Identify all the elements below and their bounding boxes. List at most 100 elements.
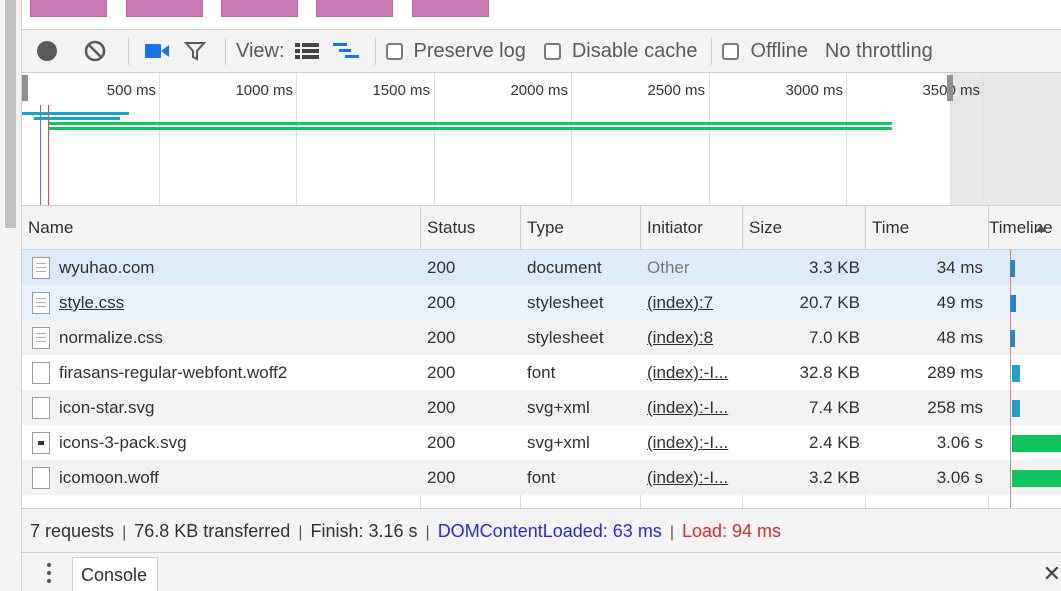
record-button[interactable] — [22, 30, 72, 73]
column-header-timeline[interactable]: Timeline — [989, 206, 1061, 250]
table-row[interactable]: icomoon.woff 200 font (index):-I... 3.2 KB 3.… — [22, 460, 1061, 495]
column-header-status[interactable]: Status — [421, 206, 521, 250]
table-row[interactable]: icon-star.svg 200 svg+xml (index):-I... 7.4 … — [22, 390, 1061, 425]
preserve-log-checkbox[interactable] — [385, 42, 403, 60]
offline-label[interactable]: Offline — [750, 40, 807, 63]
throttling-select[interactable]: No throttling — [825, 40, 933, 63]
overview-tick: 500 ms — [106, 82, 156, 99]
waterfall-bar[interactable] — [1012, 470, 1061, 487]
cell-name[interactable]: wyuhao.com — [59, 250, 416, 285]
clear-icon — [84, 40, 106, 62]
list-view-icon — [294, 43, 319, 59]
clear-button[interactable] — [72, 30, 118, 73]
cell-name[interactable]: icomoon.woff — [59, 460, 416, 495]
waterfall-bar[interactable] — [1012, 365, 1020, 382]
file-icon — [32, 467, 50, 489]
large-rows-button[interactable] — [285, 30, 329, 73]
preview-block — [316, 0, 393, 17]
cell-initiator[interactable]: (index):7 — [647, 285, 737, 320]
table-row[interactable]: icons-3-pack.svg 200 svg+xml (index):-I... 2… — [22, 425, 1061, 460]
cell-initiator[interactable]: (index):-I... — [647, 460, 737, 495]
column-header-name[interactable]: Name — [22, 206, 421, 250]
close-icon[interactable]: ✕ — [1043, 561, 1061, 587]
cell-initiator[interactable]: (index):-I... — [647, 355, 737, 390]
request-count: 7 requests — [30, 521, 115, 541]
overview-gridline — [983, 73, 984, 205]
cell-status: 200 — [427, 433, 456, 452]
table-row[interactable]: wyuhao.com 200 document Other 3.3 KB 34 ms — [22, 250, 1061, 285]
column-header-type[interactable]: Type — [521, 206, 641, 250]
cell-type: svg+xml — [527, 433, 590, 452]
cell-size: 32.8 KB — [799, 363, 861, 382]
overview-toggle-button[interactable] — [329, 30, 365, 73]
filter-button[interactable] — [175, 30, 215, 73]
cell-time: 3.06 s — [936, 433, 983, 452]
file-icon — [32, 397, 50, 419]
preview-block — [30, 0, 107, 17]
table-row[interactable]: normalize.css 200 stylesheet (index):8 7.0 K… — [22, 320, 1061, 355]
drawer-menu-icon[interactable] — [42, 563, 56, 583]
scrollbar-thumb[interactable] — [5, 0, 16, 228]
cell-time: 48 ms — [936, 328, 983, 347]
cell-initiator[interactable]: (index):8 — [647, 320, 737, 355]
preserve-log-label[interactable]: Preserve log — [414, 40, 526, 63]
overview-gridline — [159, 73, 160, 205]
overview-bar — [48, 122, 892, 125]
requests-table: wyuhao.com 200 document Other 3.3 KB 34 ms sty… — [22, 206, 1061, 508]
column-header-initiator[interactable]: Initiator — [641, 206, 743, 250]
toolbar-separator — [225, 37, 226, 65]
waterfall-bar[interactable] — [1012, 400, 1020, 417]
cell-time: 258 ms — [927, 398, 983, 417]
load-event-marker — [48, 105, 49, 205]
waterfall-icon — [332, 43, 359, 58]
overview-left-handle[interactable] — [22, 75, 28, 101]
table-row[interactable]: firasans-regular-webfont.woff2 200 font (in… — [22, 355, 1061, 390]
overview-bar — [22, 112, 129, 115]
tab-console[interactable]: Console — [72, 557, 158, 591]
column-header-time[interactable]: Time — [866, 206, 989, 250]
cell-initiator[interactable]: (index):-I... — [647, 390, 737, 425]
toolbar-separator — [128, 37, 129, 65]
cell-size: 7.0 KB — [808, 328, 860, 347]
table-row[interactable]: style.css 200 stylesheet (index):7 20.7 KB 49… — [22, 285, 1061, 320]
overview-timeline[interactable]: 500 ms 1000 ms 1500 ms 2000 ms 2500 ms 3… — [22, 73, 1061, 206]
screenshots-button[interactable] — [139, 30, 175, 73]
cell-time: 49 ms — [936, 293, 983, 312]
summary-bar: 7 requests | 76.8 KB transferred | Finish: 3… — [22, 508, 1061, 553]
cell-type: font — [527, 363, 556, 382]
transferred-size: 76.8 KB transferred — [134, 521, 291, 541]
cell-name[interactable]: icons-3-pack.svg — [59, 425, 416, 460]
sort-ascending-icon — [1036, 224, 1046, 232]
dom-content-loaded-marker — [40, 105, 41, 205]
offline-checkbox[interactable] — [722, 42, 740, 60]
load-time: Load: 94 ms — [681, 521, 782, 541]
overview-tick: 1000 ms — [235, 82, 293, 99]
column-header-size[interactable]: Size — [743, 206, 866, 250]
file-icon — [32, 292, 50, 314]
drawer-tab-bar: Console ✕ — [22, 553, 1061, 591]
overview-gridline — [434, 73, 435, 205]
disable-cache-checkbox[interactable] — [543, 42, 561, 60]
cell-name[interactable]: icon-star.svg — [59, 390, 416, 425]
cell-time: 3.06 s — [936, 468, 983, 487]
disable-cache-label[interactable]: Disable cache — [572, 40, 698, 63]
cell-name[interactable]: normalize.css — [59, 320, 416, 355]
cell-initiator[interactable]: (index):-I... — [647, 425, 737, 460]
overview-right-handle[interactable] — [947, 75, 953, 101]
file-icon — [32, 327, 50, 349]
cell-time: 289 ms — [927, 363, 983, 382]
cell-size: 20.7 KB — [799, 293, 861, 312]
cell-type: stylesheet — [527, 328, 604, 347]
cell-type: font — [527, 468, 556, 487]
cell-name[interactable]: style.css — [59, 285, 416, 320]
cell-type: document — [527, 258, 602, 277]
left-scrollbar[interactable] — [0, 0, 22, 591]
overview-gridline — [296, 73, 297, 205]
table-header: Name Status Type Initiator Size Time Tim… — [22, 206, 1061, 250]
preview-block — [126, 0, 203, 17]
dom-content-loaded-time: DOMContentLoaded: 63 ms — [437, 521, 662, 541]
cell-type: stylesheet — [527, 293, 604, 312]
cell-name[interactable]: firasans-regular-webfont.woff2 — [59, 355, 416, 390]
overview-gridline — [846, 73, 847, 205]
waterfall-bar[interactable] — [1012, 435, 1061, 452]
